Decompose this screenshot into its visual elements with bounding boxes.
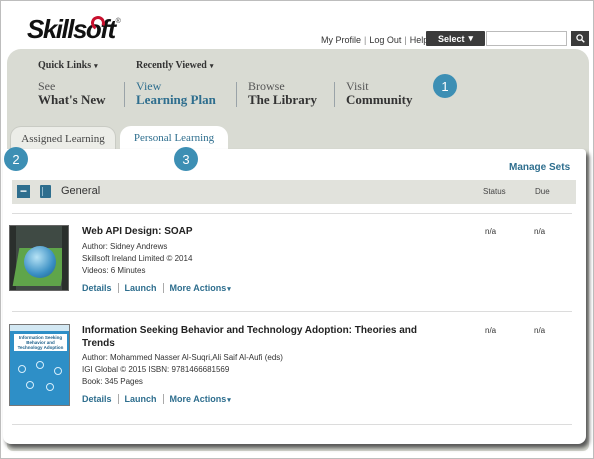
details-link[interactable]: Details [82,394,112,404]
item-publisher: IGI Global © 2015 ISBN: 9781466681569 [82,365,230,374]
launch-link[interactable]: Launch [125,283,157,293]
item-title[interactable]: Web API Design: SOAP [82,225,442,238]
collapse-button[interactable]: − [17,185,30,198]
select-dropdown[interactable]: Select ▾ [426,31,485,46]
tab-personal-learning[interactable]: Personal Learning [120,126,228,150]
nav-learning-plan[interactable]: View Learning Plan [136,80,216,107]
status-column-header: Status [483,187,506,196]
search-icon [575,34,585,43]
item-actions: Details Launch More Actions▾ [82,283,231,293]
details-link[interactable]: Details [82,283,112,293]
nav-divider [236,82,237,107]
launch-link[interactable]: Launch [125,394,157,404]
select-label: Select [437,33,465,44]
nav-line2: Learning Plan [136,92,216,107]
course-thumbnail-globe[interactable] [9,225,69,291]
more-actions-label: More Actions [169,394,227,404]
more-actions-link[interactable]: More Actions▾ [170,394,231,404]
recently-viewed-menu[interactable]: Recently Viewed ▾ [136,60,213,71]
link-separator: | [364,35,367,45]
notebook-icon [40,185,51,198]
network-icon [16,361,66,397]
recently-viewed-label: Recently Viewed [136,60,207,71]
more-actions-label: More Actions [169,283,227,293]
nav-line2: The Library [248,92,317,107]
action-separator [162,394,164,404]
row-divider [12,424,572,425]
row-divider [12,213,572,214]
action-separator [117,394,119,404]
item-due: n/a [534,227,546,236]
my-profile-link[interactable]: My Profile [321,35,361,45]
nav-divider [334,82,335,107]
book-cover-title: Information Seeking Behavior and Technol… [14,334,67,351]
chevron-down-icon: ▾ [227,286,231,293]
nav-community[interactable]: Visit Community [346,80,412,107]
nav-browse-library[interactable]: Browse The Library [248,80,317,107]
callout-badge-3: 3 [174,147,198,171]
nav-divider [124,82,125,107]
book-cover-thumbnail[interactable]: Information Seeking Behavior and Technol… [9,324,70,406]
chevron-down-icon: ▾ [227,397,231,404]
search-input[interactable] [486,31,567,46]
globe-icon [24,246,56,278]
item-length: Videos: 6 Minutes [82,266,146,275]
item-status: n/a [485,227,497,236]
top-links: My Profile | Log Out | Help [321,35,428,45]
item-author: Author: Mohammed Nasser Al-Suqri,Ali Sai… [82,353,283,362]
action-separator [117,283,119,293]
manage-sets-link[interactable]: Manage Sets [509,162,570,173]
item-author: Author: Sidney Andrews [82,242,168,251]
item-due: n/a [534,326,546,335]
nav-line2: What's New [38,92,106,107]
row-divider [12,311,572,312]
tab-assigned-learning[interactable]: Assigned Learning [10,126,116,150]
callout-badge-2: 2 [4,147,28,171]
item-publisher: Skillsoft Ireland Limited © 2014 [82,254,193,263]
link-separator: | [404,35,407,45]
due-column-header: Due [535,187,550,196]
more-actions-link[interactable]: More Actions▾ [170,283,231,293]
nav-line2: Community [346,92,413,107]
quick-links-menu[interactable]: Quick Links ▾ [38,60,98,71]
chevron-down-icon: ▾ [468,33,474,43]
logo-trademark: ® [115,18,121,25]
group-name: General [61,185,101,197]
group-header-bar: − General Status Due [12,180,576,204]
chevron-down-icon: ▾ [209,62,214,70]
callout-badge-1: 1 [433,74,457,98]
item-title[interactable]: Information Seeking Behavior and Technol… [82,324,442,350]
quick-links-label: Quick Links [38,60,92,71]
item-status: n/a [485,326,497,335]
log-out-link[interactable]: Log Out [369,35,401,45]
search-button[interactable] [571,31,589,46]
item-length: Book: 345 Pages [82,377,143,386]
nav-whats-new[interactable]: See What's New [38,80,106,107]
chevron-down-icon: ▾ [94,62,98,70]
item-actions: Details Launch More Actions▾ [82,394,231,404]
action-separator [162,283,164,293]
skillsoft-logo[interactable]: Skillsoft ® [27,14,121,44]
